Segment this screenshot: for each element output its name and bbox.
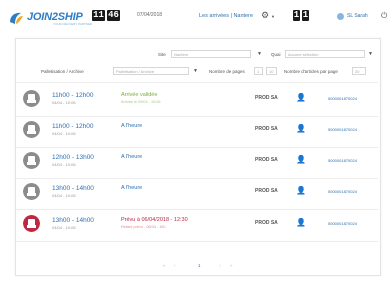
counter-b: 1 <box>302 10 309 21</box>
row-reference[interactable]: 5000001870024 <box>328 96 357 101</box>
chevron-down-icon[interactable]: ▼ <box>271 14 275 19</box>
gear-icon[interactable]: ⚙ <box>261 11 269 20</box>
row-status: Prévu à 06/04/2018 - 12:30 <box>121 217 188 223</box>
row-date: 04/04 - 10:06 <box>52 131 76 136</box>
row-time-slot: 13h00 - 14h00 <box>52 185 94 192</box>
pager-first[interactable]: « <box>163 263 166 268</box>
row-status: Arrivée validée <box>121 92 158 98</box>
person-icon[interactable]: 👤 <box>296 219 306 227</box>
pages-input[interactable]: 1 <box>254 67 263 75</box>
truck-icon <box>23 90 40 107</box>
row-time-slot: 11h00 - 12h00 <box>52 92 94 99</box>
logout-icon[interactable]: ⏻ <box>381 11 387 21</box>
row-date: 04/04 - 10:06 <box>52 225 76 230</box>
pallet-select[interactable]: Palletisation / Archive <box>113 67 189 75</box>
site-select[interactable]: Nantere <box>171 50 251 58</box>
row-carrier: PROD SA <box>255 95 278 101</box>
chevron-down-icon[interactable]: ▼ <box>368 51 373 57</box>
row-status: A l'heure <box>121 154 143 160</box>
user-avatar-icon[interactable] <box>337 13 344 20</box>
truck-icon <box>23 121 40 138</box>
chevron-down-icon[interactable]: ▼ <box>193 68 198 74</box>
items-per-page-input[interactable]: 20 <box>352 67 366 75</box>
clock-minutes: 46 <box>107 10 120 21</box>
user-name[interactable]: SL Sarah <box>347 13 368 19</box>
pager-prev[interactable]: ‹ <box>174 263 176 268</box>
quai-select[interactable]: Aucune sélection <box>285 50 365 58</box>
pallet-filter-label: Palletisation / Archive <box>41 69 84 74</box>
pager-next[interactable]: › <box>219 263 221 268</box>
row-status-detail: Arrivée le 05/04 - 10:06 <box>121 100 161 104</box>
quai-filter-label: Quai <box>271 52 281 57</box>
pages-label: Nombre de pages <box>209 69 245 74</box>
row-carrier: PROD SA <box>255 220 278 226</box>
person-icon[interactable]: 👤 <box>296 94 306 102</box>
chevron-down-icon[interactable]: ▼ <box>257 51 262 57</box>
row-date: 04/04 - 10:06 <box>52 162 76 167</box>
app-logo-tagline: YOUR DELIVERY PARTNER <box>53 22 93 26</box>
counter-a: 1 <box>293 10 300 21</box>
row-status: A l'heure <box>121 185 143 191</box>
clock-hours: 11 <box>92 10 105 21</box>
row-divider <box>16 209 378 210</box>
row-time-slot: 13h00 - 14h00 <box>52 217 94 224</box>
row-carrier: PROD SA <box>255 126 278 132</box>
row-time-slot: 11h00 - 12h00 <box>52 123 94 130</box>
person-icon[interactable]: 👤 <box>296 125 306 133</box>
filter-divider <box>16 82 378 83</box>
row-reference[interactable]: 5000001870024 <box>328 221 357 226</box>
row-status-detail: Retard prévu - 06/04 - 10h <box>121 225 166 229</box>
truck-icon <box>23 183 40 200</box>
row-time-slot: 12h00 - 13h00 <box>52 154 94 161</box>
pager-last[interactable]: » <box>230 263 233 268</box>
pager-current[interactable]: 1 <box>198 263 201 268</box>
row-carrier: PROD SA <box>255 188 278 194</box>
row-reference[interactable]: 5000001870024 <box>328 189 357 194</box>
page-title[interactable]: Les arrivées | Nantere <box>199 13 253 19</box>
row-status: A l'heure <box>121 123 143 129</box>
row-carrier: PROD SA <box>255 157 278 163</box>
join2ship-logo-icon <box>10 12 23 24</box>
row-reference[interactable]: 5000001870024 <box>328 127 357 132</box>
site-filter-label: Site <box>158 52 166 57</box>
row-divider <box>16 241 378 242</box>
person-icon[interactable]: 👤 <box>296 156 306 164</box>
current-date: 07/04/2018 <box>137 12 163 18</box>
row-reference[interactable]: 5000001870024 <box>328 158 357 163</box>
pages-input-2[interactable]: 10 <box>266 67 277 75</box>
truck-icon <box>23 152 40 169</box>
row-date: 04/04 - 10:06 <box>52 100 76 105</box>
row-date: 04/04 - 10:06 <box>52 193 76 198</box>
truck-icon <box>23 215 40 232</box>
person-icon[interactable]: 👤 <box>296 187 306 195</box>
items-per-page-label: Nombre d'articles par page <box>284 69 338 74</box>
